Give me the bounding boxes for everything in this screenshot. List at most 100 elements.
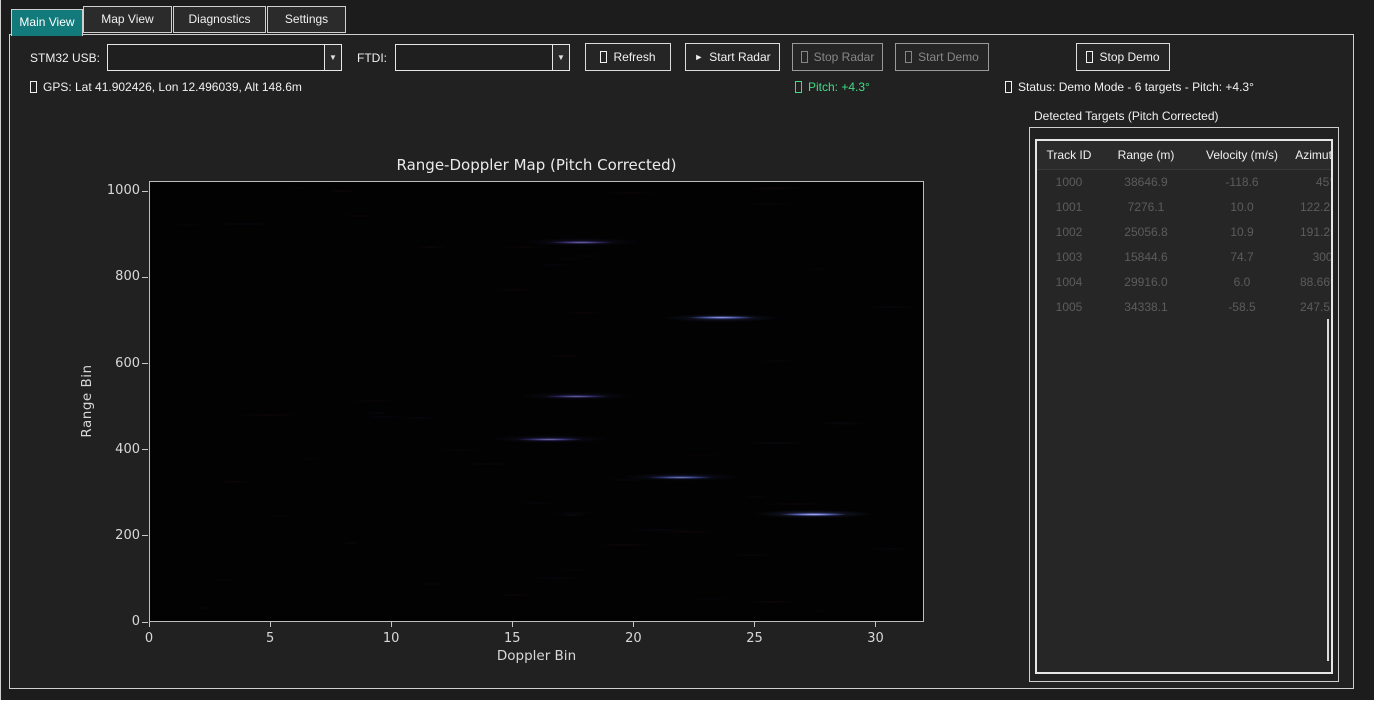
missing-glyph-icon — [600, 51, 607, 63]
noise-streak — [803, 268, 835, 270]
target-echo-core — [543, 395, 610, 398]
column-header-track-id[interactable]: Track ID — [1037, 141, 1101, 169]
cell-velocity: 10.9 — [1191, 220, 1293, 245]
radar-app-window: Main View Map View Diagnostics Settings … — [0, 0, 1374, 700]
table-row[interactable]: 1000 38646.9 -118.6 45° — [1037, 170, 1333, 195]
stop-radar-button-label: Stop Radar — [814, 50, 875, 64]
noise-streak — [233, 414, 302, 416]
tab-map-view[interactable]: Map View — [83, 6, 172, 33]
column-header-azimuth[interactable]: Azimuth (°) — [1293, 141, 1333, 169]
column-header-velocity[interactable]: Velocity (m/s) — [1191, 141, 1293, 169]
noise-streak — [342, 215, 377, 217]
table-vertical-scrollbar[interactable] — [1327, 319, 1329, 661]
noise-streak — [517, 502, 557, 504]
column-header-range[interactable]: Range (m) — [1101, 141, 1191, 169]
x-tick-mark — [391, 622, 392, 627]
gauge-icon — [795, 81, 802, 93]
cell-range: 15844.6 — [1101, 245, 1191, 270]
target-echo-halo — [662, 314, 781, 322]
missing-glyph-icon — [905, 51, 912, 63]
cell-track-id: 1001 — [1037, 195, 1101, 220]
pitch-indicator-text: Pitch: +4.3° — [808, 80, 870, 94]
cell-azimuth: 191.2552 — [1293, 220, 1333, 245]
table-row[interactable]: 1004 29916.0 6.0 88.66998 — [1037, 270, 1333, 295]
noise-streak — [865, 548, 914, 550]
x-tick-label: 10 — [361, 631, 421, 646]
target-echo-core — [516, 438, 583, 441]
tab-main-view[interactable]: Main View — [11, 9, 83, 36]
noise-streak — [683, 598, 735, 600]
target-echo-core — [780, 513, 847, 516]
noise-streak — [864, 306, 921, 308]
noise-streak — [813, 422, 869, 424]
y-tick-label: 200 — [98, 528, 140, 543]
stm32-usb-label: STM32 USB: — [30, 51, 100, 65]
cell-azimuth: 300° — [1293, 245, 1333, 270]
noise-streak — [266, 515, 298, 517]
noise-streak — [431, 449, 487, 451]
refresh-button[interactable]: Refresh — [585, 43, 671, 71]
noise-streak — [627, 529, 696, 531]
noise-streak — [366, 416, 404, 418]
noise-streak — [456, 463, 519, 465]
table-row[interactable]: 1005 34338.1 -58.5 247.5104 — [1037, 295, 1333, 320]
tab-settings[interactable]: Settings — [267, 6, 346, 33]
noise-streak — [493, 246, 557, 248]
noise-streak — [549, 355, 583, 357]
chevron-down-icon[interactable]: ▼ — [324, 45, 341, 70]
x-tick-label: 5 — [240, 631, 300, 646]
missing-glyph-icon — [801, 51, 808, 63]
cell-track-id: 1005 — [1037, 295, 1101, 320]
y-tick-label: 600 — [98, 356, 140, 371]
x-tick-mark — [512, 622, 513, 627]
ftdi-combobox[interactable]: ▼ — [395, 44, 570, 71]
noise-streak — [657, 531, 719, 533]
cell-range: 34338.1 — [1101, 295, 1191, 320]
noise-streak — [275, 187, 319, 189]
start-radar-button-label: Start Radar — [709, 50, 770, 64]
stm32-usb-combobox[interactable]: ▼ — [107, 44, 342, 71]
cell-azimuth: 122.2510 — [1293, 195, 1333, 220]
noise-streak — [340, 542, 362, 544]
target-echo-core — [548, 241, 615, 244]
noise-streak — [217, 481, 251, 483]
y-tick-mark — [142, 622, 148, 623]
y-tick-mark — [142, 277, 148, 278]
noise-streak — [413, 246, 449, 248]
play-icon: ► — [694, 52, 703, 62]
noise-streak — [493, 289, 533, 291]
noise-streak — [398, 417, 440, 419]
table-row[interactable]: 1003 15844.6 74.7 300° — [1037, 245, 1333, 270]
noise-streak — [208, 223, 280, 225]
chevron-down-icon[interactable]: ▼ — [552, 45, 569, 70]
status-icon — [1005, 81, 1012, 93]
gps-status-text: GPS: Lat 41.902426, Lon 12.496039, Alt 1… — [43, 80, 302, 94]
noise-streak — [346, 400, 402, 402]
stop-demo-button[interactable]: Stop Demo — [1076, 43, 1170, 71]
status-indicator: Status: Demo Mode - 6 targets - Pitch: +… — [1005, 80, 1254, 94]
noise-streak — [197, 607, 216, 609]
y-tick-label: 1000 — [98, 183, 140, 198]
stop-radar-button[interactable]: Stop Radar — [792, 43, 883, 71]
noise-streak — [598, 192, 662, 194]
noise-streak — [556, 514, 590, 516]
y-tick-mark — [142, 191, 148, 192]
noise-streak — [735, 203, 804, 205]
x-tick-label: 30 — [846, 631, 906, 646]
table-row[interactable]: 1002 25056.8 10.9 191.2552 — [1037, 220, 1333, 245]
start-demo-button[interactable]: Start Demo — [895, 43, 989, 71]
target-echo-halo — [490, 435, 609, 443]
gps-status: GPS: Lat 41.902426, Lon 12.496039, Alt 1… — [30, 80, 302, 94]
tab-diagnostics[interactable]: Diagnostics — [173, 6, 266, 33]
noise-streak — [544, 512, 602, 514]
noise-streak — [757, 360, 801, 362]
noise-streak — [550, 569, 599, 571]
noise-streak — [740, 496, 772, 498]
noise-streak — [819, 423, 875, 425]
x-axis-label: Doppler Bin — [149, 648, 924, 664]
start-radar-button[interactable]: ► Start Radar — [685, 43, 780, 71]
noise-streak — [602, 479, 650, 481]
noise-streak — [674, 454, 726, 456]
cell-range: 29916.0 — [1101, 270, 1191, 295]
table-row[interactable]: 1001 7276.1 10.0 122.2510 — [1037, 195, 1333, 220]
